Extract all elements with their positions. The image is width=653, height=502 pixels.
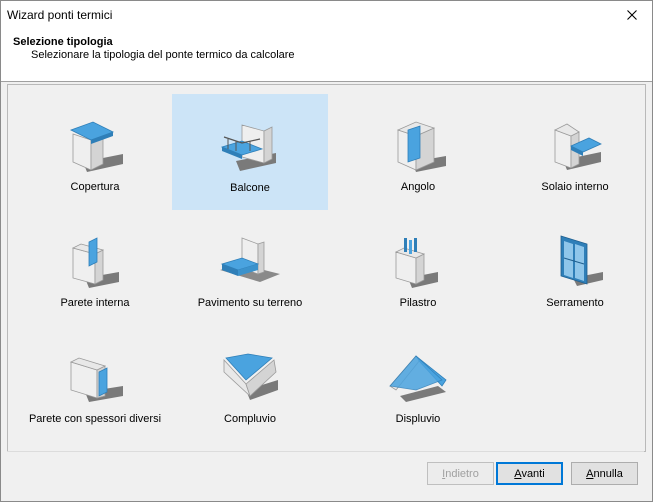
tile-parete-interna[interactable]: Parete interna [17, 210, 173, 326]
tile-label: Pavimento su terreno [197, 297, 303, 309]
tile-copertura[interactable]: Copertura [17, 94, 173, 210]
balcone-icon [220, 124, 276, 171]
tile-label: Balcone [230, 182, 270, 194]
tile-angolo[interactable]: Angolo [340, 94, 496, 210]
tile-label: Displuvio [395, 413, 441, 425]
footer-separator [7, 451, 644, 452]
tile-compluvio[interactable]: Compluvio [172, 326, 328, 442]
tile-pavimento-su-terreno[interactable]: Pavimento su terreno [172, 210, 328, 326]
tile-serramento[interactable]: Serramento [497, 210, 653, 326]
close-icon [627, 9, 637, 20]
tile-label: Serramento [546, 297, 604, 309]
tile-balcone[interactable]: Balcone [172, 94, 328, 210]
cancel-label: nnulla [593, 467, 623, 480]
parete-spessori-diversi-icon [69, 357, 123, 402]
next-button[interactable]: Avanti [496, 462, 563, 485]
tile-label: Copertura [70, 181, 120, 193]
tile-pilastro[interactable]: Pilastro [340, 210, 496, 326]
wizard-window: Wizard ponti termici Selezione tipologia… [0, 0, 653, 502]
typology-panel: Copertura Balcone Angolo Solaio interno … [7, 84, 646, 452]
displuvio-icon [389, 355, 447, 402]
tile-label: Solaio interno [541, 181, 609, 193]
cancel-button[interactable]: Annulla [571, 462, 638, 485]
page-subtitle: Selezionare la tipologia del ponte termi… [31, 49, 295, 61]
serramento-icon [560, 235, 603, 286]
copertura-icon [69, 121, 123, 172]
tile-label: Angolo [400, 181, 436, 193]
tile-label: Parete interna [60, 297, 130, 309]
tile-label: Pilastro [399, 297, 437, 309]
page-title: Selezione tipologia [13, 36, 113, 48]
tile-solaio-interno[interactable]: Solaio interno [497, 94, 653, 210]
parete-interna-icon [71, 237, 119, 288]
tile-label: Parete con spessori diversi [28, 413, 162, 425]
back-label: ndietro [445, 467, 479, 480]
window-title: Wizard ponti termici [7, 8, 113, 22]
tile-displuvio[interactable]: Displuvio [340, 326, 496, 442]
back-button[interactable]: Indietro [427, 462, 494, 485]
pavimento-su-terreno-icon [220, 237, 280, 282]
title-bar: Wizard ponti termici [1, 1, 652, 28]
close-button[interactable] [612, 1, 652, 28]
compluvio-icon [223, 353, 278, 400]
tile-label: Compluvio [224, 413, 276, 425]
next-label: vanti [521, 467, 545, 480]
angolo-icon [396, 121, 446, 172]
pilastro-icon [394, 238, 438, 288]
tile-parete-spessori-diversi[interactable]: Parete con spessori diversi [17, 326, 173, 442]
solaio-interno-icon [554, 123, 602, 170]
wizard-header: Selezione tipologia Selezionare la tipol… [1, 28, 652, 82]
